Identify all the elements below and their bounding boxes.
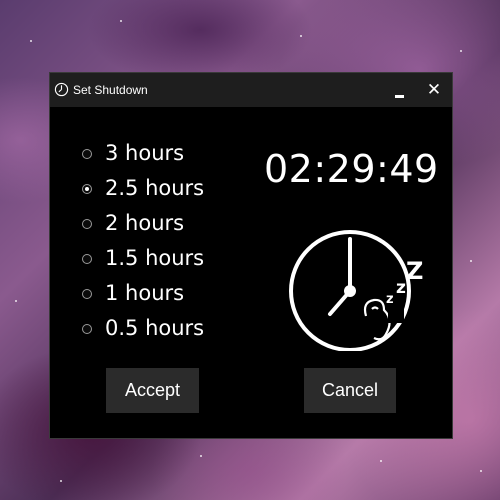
radio-button[interactable] <box>82 289 92 299</box>
option-1-5-hours[interactable]: 1.5 hours <box>82 246 232 276</box>
clock-app-icon <box>54 82 69 97</box>
svg-text:z: z <box>396 278 406 298</box>
accept-button[interactable]: Accept <box>106 368 199 413</box>
sleeping-clock-icon: z z Z <box>289 230 423 351</box>
option-3-hours[interactable]: 3 hours <box>82 141 232 171</box>
radio-button[interactable] <box>82 149 92 159</box>
radio-button[interactable] <box>82 254 92 264</box>
radio-button-selected[interactable] <box>82 184 92 194</box>
option-label: 2 hours <box>105 211 185 235</box>
option-1-hours[interactable]: 1 hours <box>82 281 232 311</box>
countdown-display: 02:29:49 <box>264 147 439 191</box>
option-2-hours[interactable]: 2 hours <box>82 211 232 241</box>
option-2-5-hours[interactable]: 2.5 hours <box>82 176 232 206</box>
title-bar[interactable]: Set Shutdown ✕ <box>50 73 452 107</box>
radio-button[interactable] <box>82 324 92 334</box>
set-shutdown-window: Set Shutdown ✕ 3 hours 2.5 hours 2 hours… <box>49 72 453 439</box>
svg-text:z: z <box>386 292 394 307</box>
svg-text:Z: Z <box>406 257 423 285</box>
option-label: 2.5 hours <box>105 176 205 200</box>
minimize-icon[interactable] <box>386 77 414 103</box>
window-title: Set Shutdown <box>73 83 148 97</box>
close-icon[interactable]: ✕ <box>420 77 448 103</box>
option-label: 1.5 hours <box>105 246 205 270</box>
option-label: 0.5 hours <box>105 316 205 340</box>
radio-button[interactable] <box>82 219 92 229</box>
option-0-5-hours[interactable]: 0.5 hours <box>82 316 232 346</box>
cancel-button[interactable]: Cancel <box>304 368 396 413</box>
option-label: 1 hours <box>105 281 185 305</box>
option-label: 3 hours <box>105 141 185 165</box>
